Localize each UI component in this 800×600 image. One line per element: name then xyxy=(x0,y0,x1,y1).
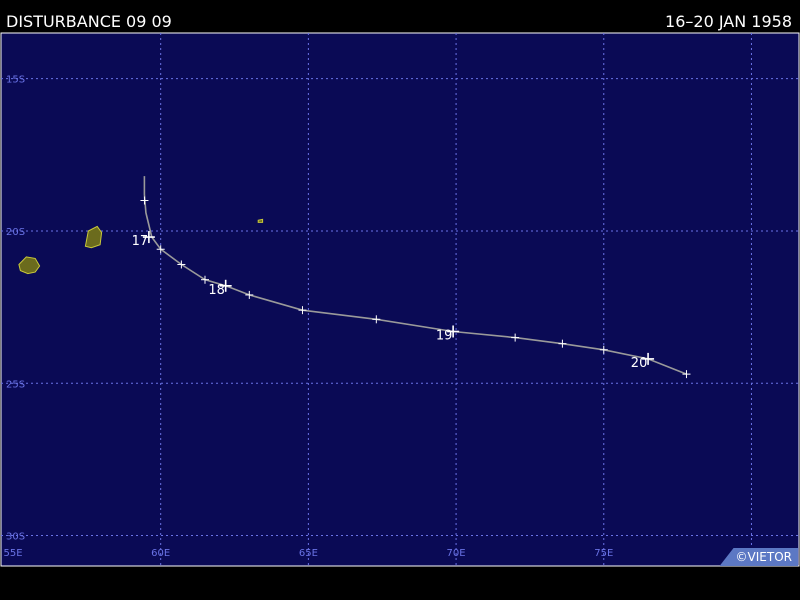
lat-label-20s: 20S xyxy=(6,227,25,238)
island-rodrigues xyxy=(257,218,264,223)
lon-label-65e: 65E xyxy=(299,548,318,559)
lat-label-30s: 30S xyxy=(6,532,25,543)
lat-label-25s: 25S xyxy=(6,379,25,390)
lat-label-15s: 15S xyxy=(6,75,25,86)
day-label: 20 xyxy=(631,356,648,371)
screen: DISTURBANCE 09 09 16–20 JAN 1958 17 18 19 2… xyxy=(0,0,800,600)
lon-label-70e: 70E xyxy=(447,548,466,559)
day-label: 19 xyxy=(436,328,453,343)
lon-label-55e: 55E xyxy=(3,548,22,559)
day-label: 17 xyxy=(132,234,149,249)
lon-label-75e: 75E xyxy=(594,548,613,559)
lon-label-60e: 60E xyxy=(151,548,170,559)
ocean-background xyxy=(0,32,800,567)
track-map: 17181920 55E60E65E70E75E80E15S20S25S30S xyxy=(0,32,800,567)
day-label: 18 xyxy=(208,283,225,298)
